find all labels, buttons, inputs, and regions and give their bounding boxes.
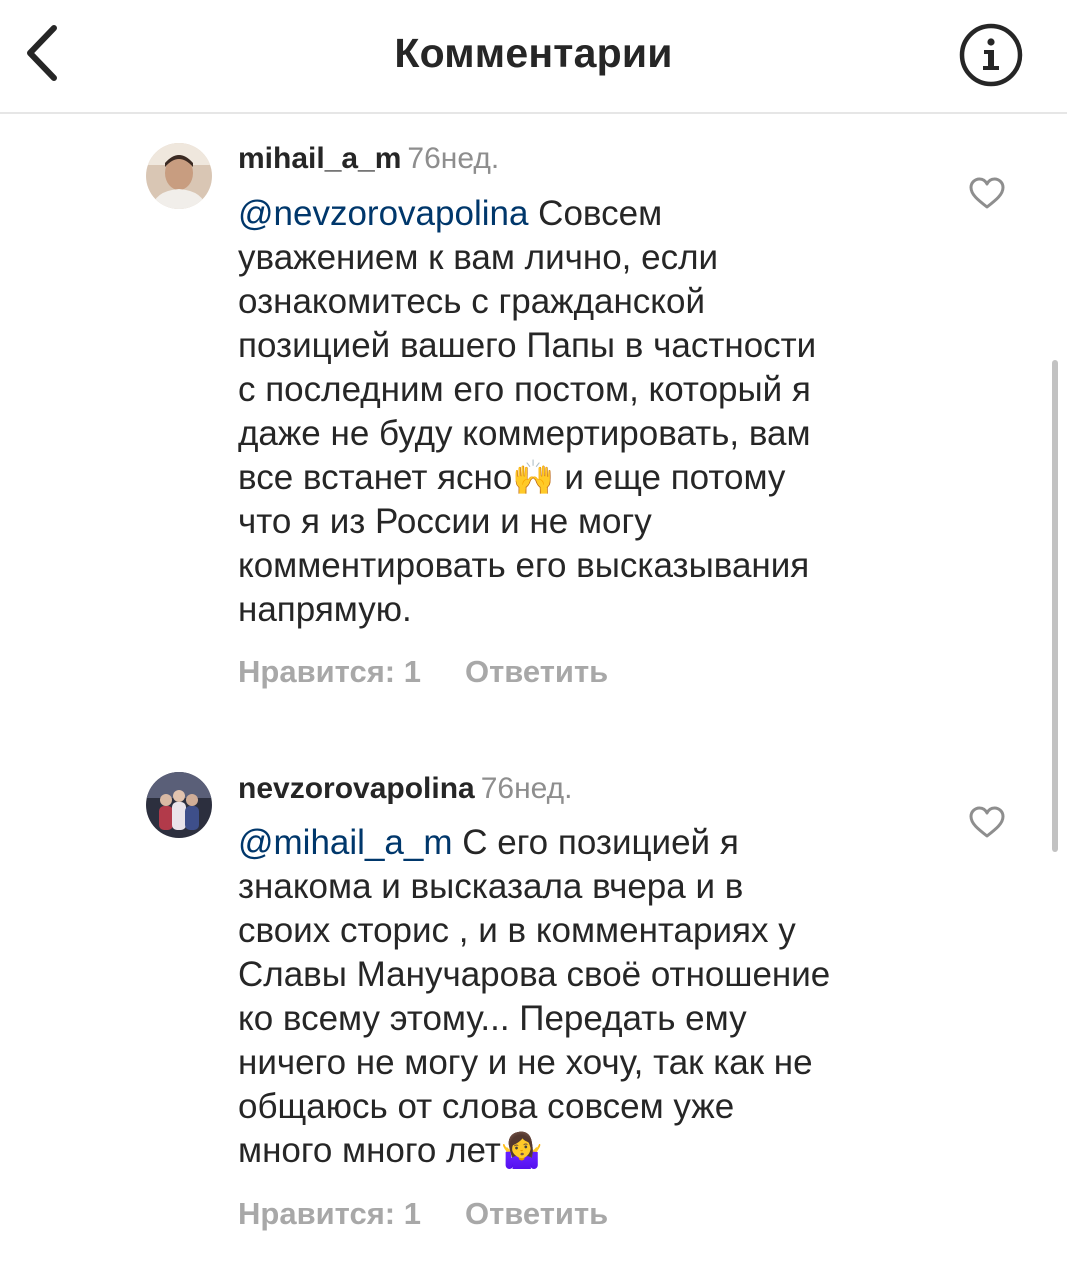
page-title: Комментарии [394,30,673,76]
like-button[interactable] [968,176,1006,210]
comment-line: и еще потому [554,458,786,497]
person-shrugging-emoji: 🤷‍♀️ [500,1132,544,1170]
comment-line: все встанет ясно [238,458,513,497]
comment-line: ко всему этому... Передать ему [238,999,747,1038]
raising-hands-emoji: 🙌 [512,459,555,497]
comment-line: уважением к вам лично, если [238,238,719,277]
like-button[interactable] [968,805,1006,839]
comment-line: Славы Манучарова своё отношение [238,955,831,994]
comment-actions: Нравится: 1 Ответить [238,654,608,690]
comment-age: 76нед. [407,142,500,175]
comment-line: даже не буду коммертировать, вам [238,414,811,453]
likes-count-button[interactable]: Нравится: 1 [238,1196,421,1231]
comment-header: mihail_a_m 76нед. [238,141,499,177]
comment-line: что я из России и не могу [238,502,652,541]
comment-age: 76нед. [480,772,573,805]
comment-line: с последним его постом, который я [238,370,811,409]
heart-icon [969,806,1005,838]
mention-link[interactable]: @nevzorovapolina [238,194,528,233]
comment-text: @mihail_a_m С его позицией я знакома и в… [238,821,928,1173]
likes-count-button[interactable]: Нравится: 1 [238,654,421,689]
comment-line: позицией вашего Папы в частности [238,326,817,365]
top-bar: Комментарии [0,0,1067,114]
info-icon [959,23,1023,87]
heart-icon [969,177,1005,209]
comment-line: С его позицией я [452,823,739,862]
comment-line: комментировать его высказывания [238,546,810,585]
comment-line: ничего не могу и не хочу, так как не [238,1043,813,1082]
comment-line: много много лет [238,1131,501,1170]
scrollbar[interactable] [1052,360,1058,852]
group-photo-icon [146,772,212,838]
reply-button[interactable]: Ответить [465,1196,608,1231]
comment-line: ознакомитесь с гражданской [238,282,706,321]
comment-line: Совсем [528,194,663,233]
reply-button[interactable]: Ответить [465,654,608,689]
info-button[interactable] [958,22,1024,88]
comment-text: @nevzorovapolina Совсем уважением к вам … [238,192,928,632]
comment-line: своих сторис , и в комментариях у [238,911,796,950]
user-photo-icon [146,143,212,209]
mention-link[interactable]: @mihail_a_m [238,823,453,862]
comment-header: nevzorovapolina 76нед. [238,771,573,807]
username-link[interactable]: mihail_a_m [238,142,401,175]
comment-line: общаюсь от слова совсем уже [238,1087,735,1126]
comment-actions: Нравится: 1 Ответить [238,1196,608,1232]
avatar[interactable] [146,772,212,838]
comment-line: напрямую. [238,590,412,629]
comment-line: знакома и высказала вчера и в [238,867,744,906]
avatar[interactable] [146,143,212,209]
username-link[interactable]: nevzorovapolina [238,772,475,805]
